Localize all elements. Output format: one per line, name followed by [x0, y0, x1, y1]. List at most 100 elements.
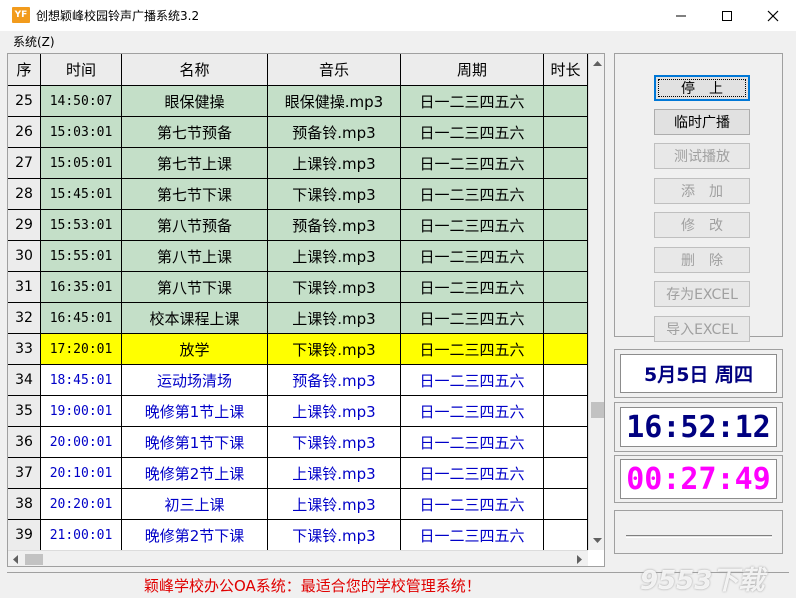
- cell-music: 上课铃.mp3: [268, 303, 401, 334]
- cell-duration: [544, 427, 588, 458]
- progress-bar: [626, 535, 772, 538]
- cell-duration: [544, 520, 588, 551]
- cell-music: 下课铃.mp3: [268, 334, 401, 365]
- cell-time: 20:20:01: [41, 489, 122, 520]
- scroll-left-icon[interactable]: [8, 551, 24, 567]
- cell-music: 眼保健操.mp3: [268, 86, 401, 117]
- maximize-button[interactable]: [704, 0, 750, 31]
- cell-music: 下课铃.mp3: [268, 427, 401, 458]
- temp-broadcast-button[interactable]: 临时广播: [654, 109, 750, 135]
- delete-button[interactable]: 删 除: [654, 247, 750, 273]
- table-row[interactable]: 30 15:55:01 第八节上课 上课铃.mp3 日一二三四五六: [8, 241, 588, 272]
- cell-period: 日一二三四五六: [401, 303, 544, 334]
- horizontal-scrollbar[interactable]: [8, 550, 588, 567]
- cell-period: 日一二三四五六: [401, 520, 544, 551]
- column-header-music[interactable]: 音乐: [268, 54, 401, 86]
- vertical-scroll-thumb[interactable]: [591, 402, 604, 418]
- cell-duration: [544, 396, 588, 427]
- cell-time: 21:00:01: [41, 520, 122, 551]
- cell-period: 日一二三四五六: [401, 86, 544, 117]
- table-row[interactable]: 27 15:05:01 第七节上课 上课铃.mp3 日一二三四五六: [8, 148, 588, 179]
- cell-name: 第八节预备: [122, 210, 268, 241]
- cell-music: 上课铃.mp3: [268, 489, 401, 520]
- cell-period: 日一二三四五六: [401, 334, 544, 365]
- cell-no: 39: [8, 520, 41, 551]
- add-button[interactable]: 添 加: [654, 178, 750, 204]
- cell-time: 15:53:01: [41, 210, 122, 241]
- cell-duration: [544, 117, 588, 148]
- cell-period: 日一二三四五六: [401, 148, 544, 179]
- scroll-up-icon[interactable]: [589, 56, 605, 72]
- countdown-display: 00:27:49: [620, 459, 777, 499]
- cell-duration: [544, 458, 588, 489]
- cell-duration: [544, 365, 588, 396]
- cell-duration: [544, 303, 588, 334]
- scroll-right-icon[interactable]: [571, 551, 587, 567]
- table-row[interactable]: 25 14:50:07 眼保健操 眼保健操.mp3 日一二三四五六: [8, 86, 588, 117]
- table-row[interactable]: 29 15:53:01 第八节预备 预备铃.mp3 日一二三四五六: [8, 210, 588, 241]
- table-row[interactable]: 39 21:00:01 晚修第2节下课 下课铃.mp3 日一二三四五六: [8, 520, 588, 551]
- test-play-button[interactable]: 测试播放: [654, 143, 750, 169]
- cell-duration: [544, 210, 588, 241]
- progress-panel: [614, 510, 783, 554]
- close-icon: [767, 10, 779, 21]
- cell-name: 晚修第2节上课: [122, 458, 268, 489]
- cell-time: 14:50:07: [41, 86, 122, 117]
- cell-music: 上课铃.mp3: [268, 148, 401, 179]
- table-row[interactable]: 38 20:20:01 初三上课 上课铃.mp3 日一二三四五六: [8, 489, 588, 520]
- menu-bar: 系统(Z): [0, 31, 796, 51]
- minimize-button[interactable]: [658, 0, 704, 31]
- cell-no: 31: [8, 272, 41, 303]
- title-bar[interactable]: YF 创想颖峰校园铃声广播系统3.2: [0, 0, 796, 31]
- stop-button[interactable]: 停 上: [654, 75, 750, 101]
- cell-name: 第七节下课: [122, 179, 268, 210]
- table-row[interactable]: 31 16:35:01 第八节下课 下课铃.mp3 日一二三四五六: [8, 272, 588, 303]
- cell-music: 上课铃.mp3: [268, 241, 401, 272]
- menu-system[interactable]: 系统(Z): [13, 33, 55, 50]
- edit-button[interactable]: 修 改: [654, 212, 750, 238]
- cell-no: 25: [8, 86, 41, 117]
- cell-time: 18:45:01: [41, 365, 122, 396]
- table-row[interactable]: 32 16:45:01 校本课程上课 上课铃.mp3 日一二三四五六: [8, 303, 588, 334]
- ad-text[interactable]: 颖峰学校办公OA系统：最适合您的学校管理系统！: [144, 575, 481, 596]
- cell-name: 第八节上课: [122, 241, 268, 272]
- column-header-period[interactable]: 周期: [401, 54, 544, 86]
- cell-music: 下课铃.mp3: [268, 272, 401, 303]
- table-row[interactable]: 35 19:00:01 晚修第1节上课 上课铃.mp3 日一二三四五六: [8, 396, 588, 427]
- table-row[interactable]: 33 17:20:01 放学 下课铃.mp3 日一二三四五六: [8, 334, 588, 365]
- cell-period: 日一二三四五六: [401, 210, 544, 241]
- table-row[interactable]: 34 18:45:01 运动场清场 预备铃.mp3 日一二三四五六: [8, 365, 588, 396]
- column-header-duration[interactable]: 时长: [544, 54, 588, 86]
- cell-no: 26: [8, 117, 41, 148]
- cell-period: 日一二三四五六: [401, 179, 544, 210]
- cell-name: 晚修第2节下课: [122, 520, 268, 551]
- column-header-time[interactable]: 时间: [41, 54, 122, 86]
- table-row[interactable]: 36 20:00:01 晚修第1节下课 下课铃.mp3 日一二三四五六: [8, 427, 588, 458]
- watermark: 9553下载: [640, 566, 765, 596]
- cell-time: 15:55:01: [41, 241, 122, 272]
- cell-name: 晚修第1节上课: [122, 396, 268, 427]
- cell-name: 放学: [122, 334, 268, 365]
- import-excel-button[interactable]: 导入EXCEL: [654, 316, 750, 342]
- cell-duration: [544, 241, 588, 272]
- table-row[interactable]: 37 20:10:01 晚修第2节上课 上课铃.mp3 日一二三四五六: [8, 458, 588, 489]
- cell-period: 日一二三四五六: [401, 489, 544, 520]
- column-header-no[interactable]: 序: [8, 54, 41, 86]
- scroll-down-icon[interactable]: [589, 532, 605, 548]
- cell-no: 29: [8, 210, 41, 241]
- table-row[interactable]: 26 15:03:01 第七节预备 预备铃.mp3 日一二三四五六: [8, 117, 588, 148]
- close-button[interactable]: [750, 0, 796, 31]
- horizontal-scroll-thumb[interactable]: [25, 554, 43, 565]
- cell-no: 27: [8, 148, 41, 179]
- column-header-name[interactable]: 名称: [122, 54, 268, 86]
- cell-duration: [544, 86, 588, 117]
- vertical-scrollbar[interactable]: [588, 54, 605, 550]
- cell-time: 20:00:01: [41, 427, 122, 458]
- cell-name: 校本课程上课: [122, 303, 268, 334]
- cell-period: 日一二三四五六: [401, 365, 544, 396]
- save-excel-button[interactable]: 存为EXCEL: [654, 281, 750, 307]
- table-row[interactable]: 28 15:45:01 第七节下课 下课铃.mp3 日一二三四五六: [8, 179, 588, 210]
- cell-no: 34: [8, 365, 41, 396]
- cell-time: 16:35:01: [41, 272, 122, 303]
- cell-period: 日一二三四五六: [401, 427, 544, 458]
